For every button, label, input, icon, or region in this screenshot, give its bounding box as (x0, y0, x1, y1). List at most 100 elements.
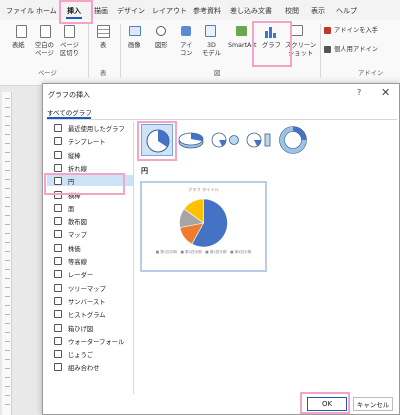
ok-button[interactable]: OK (307, 397, 347, 411)
chart-type-label: 等高線 (68, 259, 87, 266)
line-chart-icon (54, 163, 62, 172)
tab-review[interactable]: 校閲 (285, 6, 299, 16)
image-label: 画像 (128, 42, 141, 49)
chart-type-label: じょうご (68, 352, 94, 360)
chart-type-item[interactable]: ウォーターフォール (47, 335, 133, 346)
chart-type-item[interactable]: 箱ひげ図 (47, 322, 133, 333)
pie-subtype-icon[interactable] (141, 124, 173, 156)
tab-mailings[interactable]: 差し込み文書 (230, 6, 272, 16)
page-break-label: ページ 区切り (60, 42, 79, 57)
preview-pie (179, 198, 228, 248)
group-table-label: 表 (100, 70, 107, 77)
cancel-button[interactable]: キャンセル (353, 397, 393, 411)
bar-of-pie-subtype-icon[interactable] (243, 124, 275, 156)
ribbon-separator (88, 24, 89, 78)
scatter-chart-icon (54, 217, 62, 226)
histogram-chart-icon (54, 310, 62, 319)
chart-type-item[interactable]: 最近使用したグラフ (47, 122, 133, 133)
insert-chart-dialog: グラフの挿入 ? ✕ すべてのグラフ 最近使用したグラフ テンプレート 縦棒 折れ線円… (42, 83, 400, 415)
chart-type-item[interactable]: 縦棒 (47, 149, 133, 160)
doughnut-subtype-icon[interactable] (277, 124, 309, 156)
chart-preview[interactable]: グラフ タイトル ■ 第1四半期 ■ 第2四半期 ■ 第3四半期 ■ 第4四半期 (140, 181, 267, 272)
chart-type-label: テンプレート (68, 139, 106, 147)
chart-type-label: レーダー (68, 272, 94, 280)
3d-cube-icon (205, 25, 216, 37)
map-chart-icon (54, 230, 62, 239)
chart-type-label: 最近使用したグラフ (68, 126, 125, 133)
chart-type-label: 株価 (68, 245, 81, 253)
ribbon-tab-bar: ファイル ホーム 挿入 描画 デザイン レイアウト 参考資料 差し込み文書 校閲… (0, 0, 400, 20)
surface-chart-icon (54, 257, 62, 265)
chart-type-item[interactable]: 折れ線 (47, 162, 133, 173)
icons-icon (181, 26, 191, 36)
chart-type-label: 折れ線 (68, 165, 87, 173)
store-icon (324, 27, 331, 34)
ribbon-separator (120, 24, 121, 78)
bar-chart-icon (54, 190, 62, 199)
smartart-label: SmartArt (228, 42, 257, 49)
chart-type-label: 箱ひげ図 (68, 325, 94, 333)
close-icon[interactable]: ✕ (381, 86, 390, 99)
blank-page-label: 空白の ページ (35, 42, 54, 57)
chart-type-label: 円 (68, 179, 75, 187)
tab-home[interactable]: ホーム (36, 6, 57, 16)
chart-type-item[interactable]: 株価 (47, 242, 133, 253)
page-break-icon (64, 25, 75, 38)
tab-file[interactable]: ファイル (6, 6, 34, 16)
preview-legend: ■ 第1四半期 ■ 第2四半期 ■ 第3四半期 ■ 第4四半期 (155, 250, 252, 254)
tab-layout[interactable]: レイアウト (152, 6, 187, 16)
cover-page-icon (16, 25, 27, 38)
ribbon-separator (320, 24, 321, 78)
image-icon (129, 26, 141, 36)
chart-type-item[interactable]: サンバースト (47, 295, 133, 306)
column-chart-icon (54, 150, 62, 159)
radar-chart-icon (54, 270, 62, 279)
chart-type-list: 最近使用したグラフ テンプレート 縦棒折れ線円横棒面散布図マップ株価等高線レーダーツ… (47, 122, 133, 394)
tab-insert[interactable]: 挿入 (67, 6, 81, 16)
group-addins-label: アドイン (358, 70, 384, 77)
list-divider (133, 122, 134, 394)
pie-of-pie-subtype-icon[interactable] (209, 124, 241, 156)
group-illustrations-label: 図 (214, 70, 221, 77)
cover-page-label: 表紙 (12, 42, 25, 49)
chart-type-label: マップ (68, 232, 87, 240)
get-addins-label: アドインを入手 (334, 27, 379, 34)
tab-help[interactable]: ヘルプ (336, 6, 357, 16)
tab-view[interactable]: 表示 (311, 6, 325, 16)
chart-type-label: 縦棒 (68, 152, 81, 160)
waterfall-chart-icon (54, 336, 62, 345)
combo-chart-icon (54, 363, 62, 372)
blank-page-icon (40, 25, 51, 38)
screenshot-label: スクリーン ショット (285, 42, 317, 57)
chart-type-item[interactable]: レーダー (47, 268, 133, 279)
screenshot-icon (290, 25, 303, 36)
tab-all-charts[interactable]: すべてのグラフ (47, 107, 92, 117)
chart-type-item[interactable]: 等高線 (47, 255, 133, 266)
chart-type-item[interactable]: 横棒 (47, 189, 133, 200)
chart-type-item[interactable]: 面 (47, 202, 133, 213)
chart-type-item[interactable]: ツリーマップ (47, 282, 133, 293)
chart-type-item[interactable]: マップ (47, 228, 133, 239)
group-pages-label: ページ (38, 70, 57, 77)
tab-design[interactable]: デザイン (117, 6, 145, 16)
chart-type-item[interactable]: 組み合わせ (47, 361, 133, 372)
chart-type-label: 横棒 (68, 192, 81, 200)
chart-type-item[interactable]: ヒストグラム (47, 308, 133, 319)
chart-type-item[interactable]: じょうご (47, 348, 133, 359)
tab-references[interactable]: 参考資料 (193, 6, 221, 16)
chart-type-item[interactable]: 散布図 (47, 215, 133, 226)
dialog-divider (47, 119, 397, 120)
chart-type-item[interactable]: 円 (47, 175, 133, 187)
recent-icon (54, 124, 62, 132)
table-label: 表 (100, 42, 107, 49)
chart-type-label: ツリーマップ (68, 285, 106, 293)
chart-type-label: 組み合わせ (68, 365, 100, 373)
tab-draw[interactable]: 描画 (94, 6, 108, 16)
chart-type-label: ウォーターフォール (68, 338, 125, 346)
chart-type-item[interactable]: テンプレート (47, 135, 133, 146)
ribbon: 表紙 空白の ページ ページ 区切り ページ 表 表 画像 図形 アイ コン 3… (0, 20, 400, 86)
vertical-ruler (2, 92, 12, 415)
3d-pie-subtype-icon[interactable] (175, 124, 207, 156)
area-chart-icon (54, 203, 62, 212)
help-icon[interactable]: ? (357, 88, 361, 97)
